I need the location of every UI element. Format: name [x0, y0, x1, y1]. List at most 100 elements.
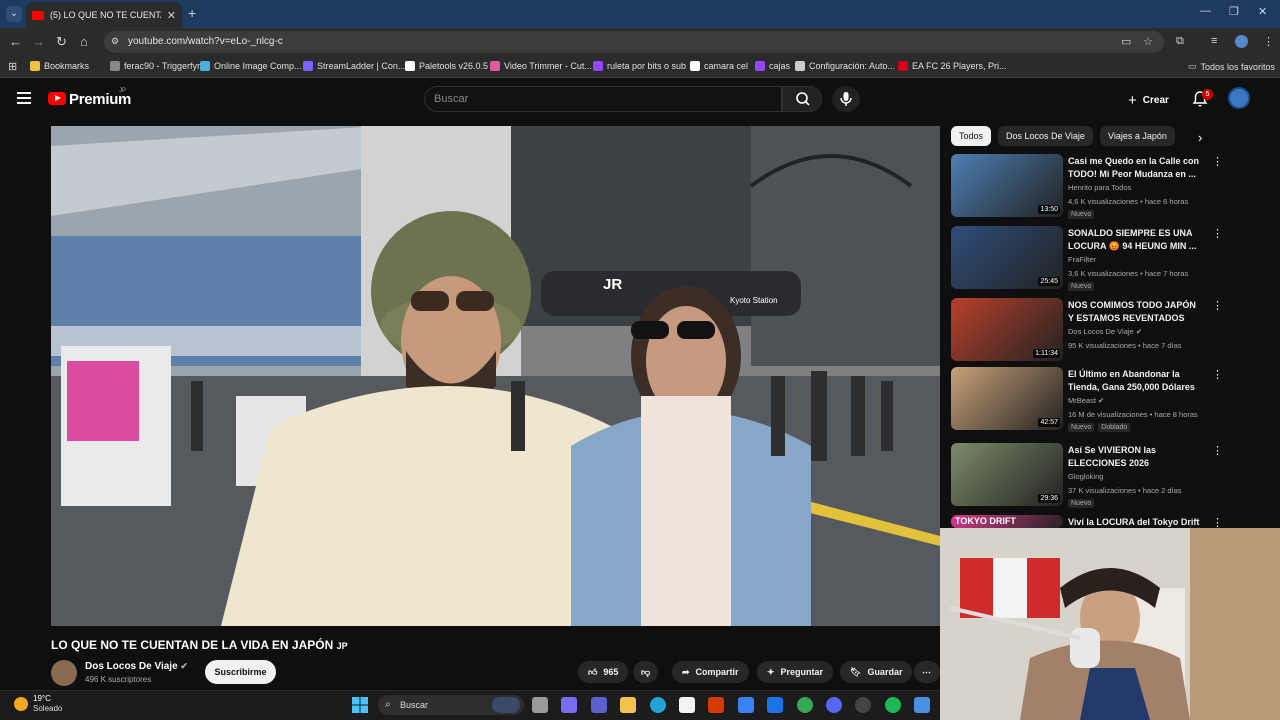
tab-close-icon[interactable]: ✕: [167, 9, 176, 22]
chips-next-icon[interactable]: ›: [1198, 130, 1202, 145]
more-options-icon[interactable]: ⋮: [1212, 299, 1223, 312]
recommendation-title[interactable]: El Último en Abandonar la Tienda, Gana 2…: [1068, 368, 1200, 394]
bookmark-item[interactable]: Bookmarks: [30, 61, 89, 71]
windows-start-icon[interactable]: [352, 697, 368, 718]
maximize-icon[interactable]: ❐: [1229, 5, 1239, 18]
apps-grid-icon[interactable]: ⊞: [8, 60, 17, 73]
chip-channel[interactable]: Dos Locos De Viaje: [998, 126, 1093, 146]
recommendation-thumbnail[interactable]: 25:45: [951, 226, 1063, 289]
bookmark-item[interactable]: ferac90 - Triggerfyre: [110, 61, 205, 71]
fut-icon: [898, 61, 908, 71]
recommendation-thumbnail[interactable]: TOKYO DRIFT: [951, 515, 1063, 528]
bookmark-item[interactable]: Video Trimmer - Cut...: [490, 61, 592, 71]
share-button[interactable]: ➦ Compartir: [672, 661, 749, 683]
more-actions-button[interactable]: ⋯: [914, 661, 940, 683]
browser-tab[interactable]: (5) LO QUE NO TE CUENTAN DE LA VIDA EN J…: [26, 2, 182, 28]
store-icon[interactable]: [679, 697, 695, 713]
recommendation-title[interactable]: SONALDO SIEMPRE ES UNA LOCURA 😡 94 HEUNG…: [1068, 227, 1200, 253]
streamladder-icon: [303, 61, 313, 71]
recommendation-channel[interactable]: FraFilter: [1068, 255, 1096, 264]
discord-icon[interactable]: [826, 697, 842, 713]
obs-icon[interactable]: [855, 697, 871, 713]
recommendation-thumbnail[interactable]: 42:57: [951, 367, 1063, 430]
new-tab-icon[interactable]: +: [188, 5, 196, 21]
chip-japan[interactable]: Viajes a Japón: [1100, 126, 1175, 146]
more-options-icon[interactable]: ⋮: [1212, 155, 1223, 168]
task-view-icon[interactable]: [532, 697, 548, 713]
cast-icon[interactable]: ▭: [1121, 35, 1131, 48]
create-button[interactable]: + Crear: [1128, 92, 1169, 109]
minimize-icon[interactable]: —: [1200, 5, 1211, 17]
recommendation-thumbnail[interactable]: 29:36: [951, 443, 1063, 506]
weather-temperature[interactable]: 19°C: [33, 694, 51, 703]
close-window-icon[interactable]: ✕: [1258, 5, 1267, 18]
bookmark-star-icon[interactable]: ☆: [1143, 35, 1153, 48]
bookmark-item[interactable]: StreamLadder | Con...: [303, 61, 405, 71]
more-options-icon[interactable]: ⋮: [1212, 227, 1223, 240]
more-options-icon[interactable]: ⋮: [1212, 444, 1223, 457]
recommendation-badges: Nuevo: [1068, 282, 1095, 291]
bookmark-item[interactable]: camara cel: [690, 61, 748, 71]
recommendation-channel[interactable]: Henrito para Todos: [1068, 183, 1131, 192]
recommendation-title[interactable]: NOS COMIMOS TODO JAPÓN Y ESTAMOS REVENTA…: [1068, 299, 1200, 325]
news-widget-icon[interactable]: [492, 697, 520, 713]
recommendation-channel[interactable]: Dos Locos De Viaje ✔: [1068, 327, 1142, 336]
youtube-logo-icon[interactable]: [48, 92, 66, 105]
teams-icon[interactable]: [591, 697, 607, 713]
chrome-icon[interactable]: [797, 697, 813, 713]
all-favorites-folder[interactable]: ▭ Todos los favoritos: [1188, 61, 1275, 72]
reload-icon[interactable]: ↻: [56, 34, 67, 50]
like-button[interactable]: 👍︎ 965: [578, 661, 629, 683]
subscriber-count: 496 K suscriptores: [85, 675, 152, 684]
extensions-icon[interactable]: ⧉: [1176, 35, 1184, 48]
office-icon[interactable]: [708, 697, 724, 713]
home-icon[interactable]: ⌂: [80, 34, 88, 49]
bookmark-item[interactable]: Configuración: Auto...: [795, 61, 895, 71]
more-options-icon[interactable]: ⋮: [1212, 368, 1223, 381]
guide-menu-icon[interactable]: [17, 92, 31, 104]
outlook-icon[interactable]: [767, 697, 783, 713]
new-badge: Nuevo: [1068, 210, 1095, 219]
search-button[interactable]: [782, 86, 822, 112]
bookmark-item[interactable]: ruleta por bits o sub: [593, 61, 686, 71]
account-avatar[interactable]: [1228, 87, 1250, 109]
spotify-icon[interactable]: [885, 697, 901, 713]
subscribe-button[interactable]: Suscribirme: [205, 660, 276, 684]
recommendation-meta: 3,6 K visualizaciones • hace 7 horas: [1068, 269, 1189, 278]
weather-description[interactable]: Soleado: [33, 704, 62, 713]
chrome-menu-icon[interactable]: ⋮: [1263, 35, 1274, 48]
save-button[interactable]: 🔖︎ Guardar: [840, 661, 913, 683]
gear-icon: [795, 61, 805, 71]
file-explorer-icon[interactable]: [620, 697, 636, 713]
channel-name[interactable]: Dos Locos De Viaje ✔: [85, 661, 188, 672]
tab-search-dropdown-icon[interactable]: ⌄: [6, 6, 22, 22]
recommendation-title[interactable]: Así Se VIVIERON las ELECCIONES 2026: [1068, 444, 1200, 470]
mail-icon[interactable]: [738, 697, 754, 713]
forward-icon[interactable]: →: [32, 34, 45, 49]
back-icon[interactable]: ←: [9, 34, 22, 49]
notepad-icon[interactable]: [914, 697, 930, 713]
recommendation-channel[interactable]: MrBeast ✔: [1068, 396, 1104, 405]
profile-avatar[interactable]: [1235, 35, 1248, 48]
copilot-icon[interactable]: [561, 697, 577, 713]
recommendation-channel[interactable]: Glogloking: [1068, 472, 1103, 481]
voice-search-button[interactable]: [832, 86, 860, 112]
site-info-icon[interactable]: ⚙: [111, 36, 119, 47]
bookmark-item[interactable]: Online Image Comp...: [200, 61, 302, 71]
bookmark-item[interactable]: EA FC 26 Players, Pri...: [898, 61, 1007, 71]
ask-button[interactable]: ✦ Preguntar: [757, 661, 834, 683]
video-player[interactable]: JR Kyoto Station: [51, 126, 940, 626]
chip-todos[interactable]: Todos: [951, 126, 992, 146]
recommendation-thumbnail[interactable]: 1:11:34: [951, 298, 1063, 361]
recommendation-title[interactable]: Casi me Quedo en la Calle con TODO! Mi P…: [1068, 155, 1200, 181]
bookmark-item[interactable]: Paletools v26.0.5: [405, 61, 488, 71]
dislike-button[interactable]: 👎︎: [633, 661, 659, 683]
channel-avatar[interactable]: [51, 660, 77, 686]
edge-icon[interactable]: [650, 697, 666, 713]
bookmark-item[interactable]: cajas: [755, 61, 790, 71]
search-input[interactable]: [424, 86, 782, 112]
recommendation-thumbnail[interactable]: 13:50: [951, 154, 1063, 217]
reading-list-icon[interactable]: ≡: [1211, 35, 1217, 47]
verified-icon: ✔: [180, 661, 188, 671]
video-duration: 13:50: [1038, 205, 1060, 214]
